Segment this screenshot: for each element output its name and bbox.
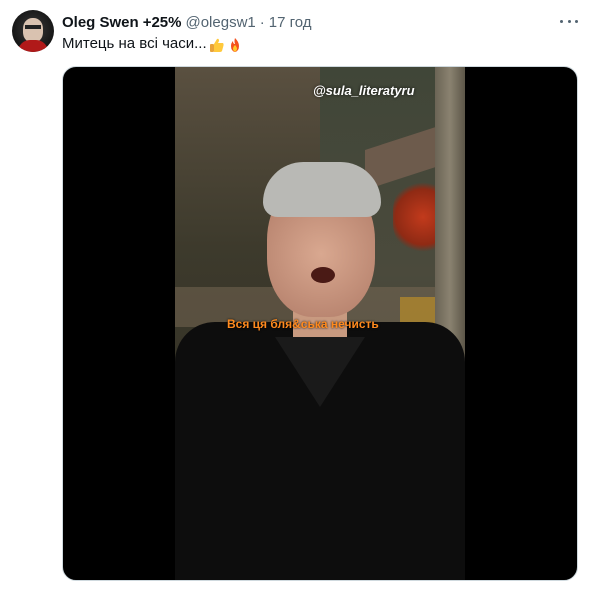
thumbs-up-emoji [209, 37, 225, 53]
video-media[interactable]: @sula_literatyru Вся ця бля&ська нечисть [62, 66, 578, 581]
tweet-timestamp[interactable]: 17 год [269, 14, 312, 31]
tweet-text: Митець на всі часи... [62, 35, 243, 52]
fire-emoji [227, 37, 243, 53]
header-separator: · [259, 13, 265, 31]
tweet-header: Oleg Swen +25% @olegsw1 · 17 год [62, 12, 312, 32]
video-watermark: @sula_literatyru [313, 83, 415, 98]
video-subtitle: Вся ця бля&ська нечисть [227, 317, 379, 331]
avatar-shirt [18, 40, 48, 52]
more-options-icon[interactable] [560, 14, 578, 28]
avatar-glasses [25, 25, 41, 29]
tweet: Oleg Swen +25% @olegsw1 · 17 год Митець … [0, 0, 595, 589]
video-frame: @sula_literatyru Вся ця бля&ська нечисть [175, 67, 465, 580]
avatar-face [23, 18, 43, 42]
author-name[interactable]: Oleg Swen [62, 14, 139, 31]
avatar[interactable] [12, 10, 54, 52]
author-badge: +25% [142, 13, 182, 31]
tweet-text-content: Митець на всі часи... [62, 35, 207, 52]
author-handle[interactable]: @olegsw1 [185, 14, 255, 31]
